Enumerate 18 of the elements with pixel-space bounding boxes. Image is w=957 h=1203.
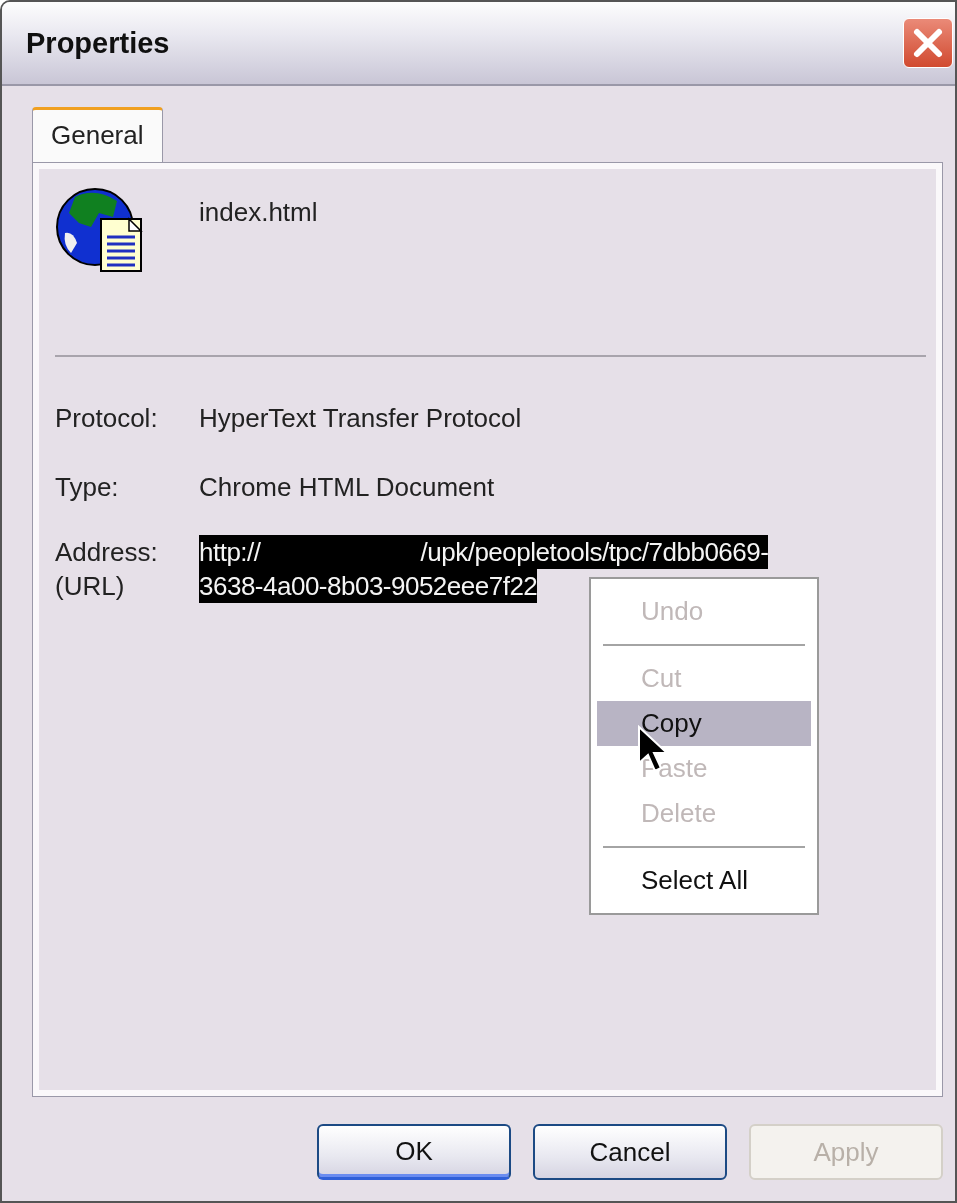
close-icon	[911, 26, 945, 60]
address-text: http://	[199, 535, 261, 569]
field-label: Address:	[55, 536, 159, 569]
field-value: Chrome HTML Document	[199, 472, 495, 503]
address-text: /upk/peopletools/tpc/7dbb0669-	[420, 535, 769, 569]
close-button[interactable]	[903, 18, 953, 68]
file-name: index.html	[199, 197, 318, 228]
field-label: (URL)	[55, 570, 126, 603]
field-label: Type:	[55, 472, 120, 503]
dialog-button[interactable]: Cancel	[533, 1124, 727, 1180]
tab[interactable]: General	[32, 107, 163, 163]
window-title: Properties	[26, 26, 170, 60]
menu-item[interactable]: Copy	[597, 701, 811, 746]
menu-item[interactable]: Select All	[597, 858, 811, 903]
field-label: Protocol:	[55, 403, 159, 434]
field-value: HyperText Transfer Protocol	[199, 403, 522, 434]
dialog-button[interactable]: OK	[317, 1124, 511, 1180]
address-text: 3638-4a00-8b03-9052eee7f22	[199, 569, 538, 603]
